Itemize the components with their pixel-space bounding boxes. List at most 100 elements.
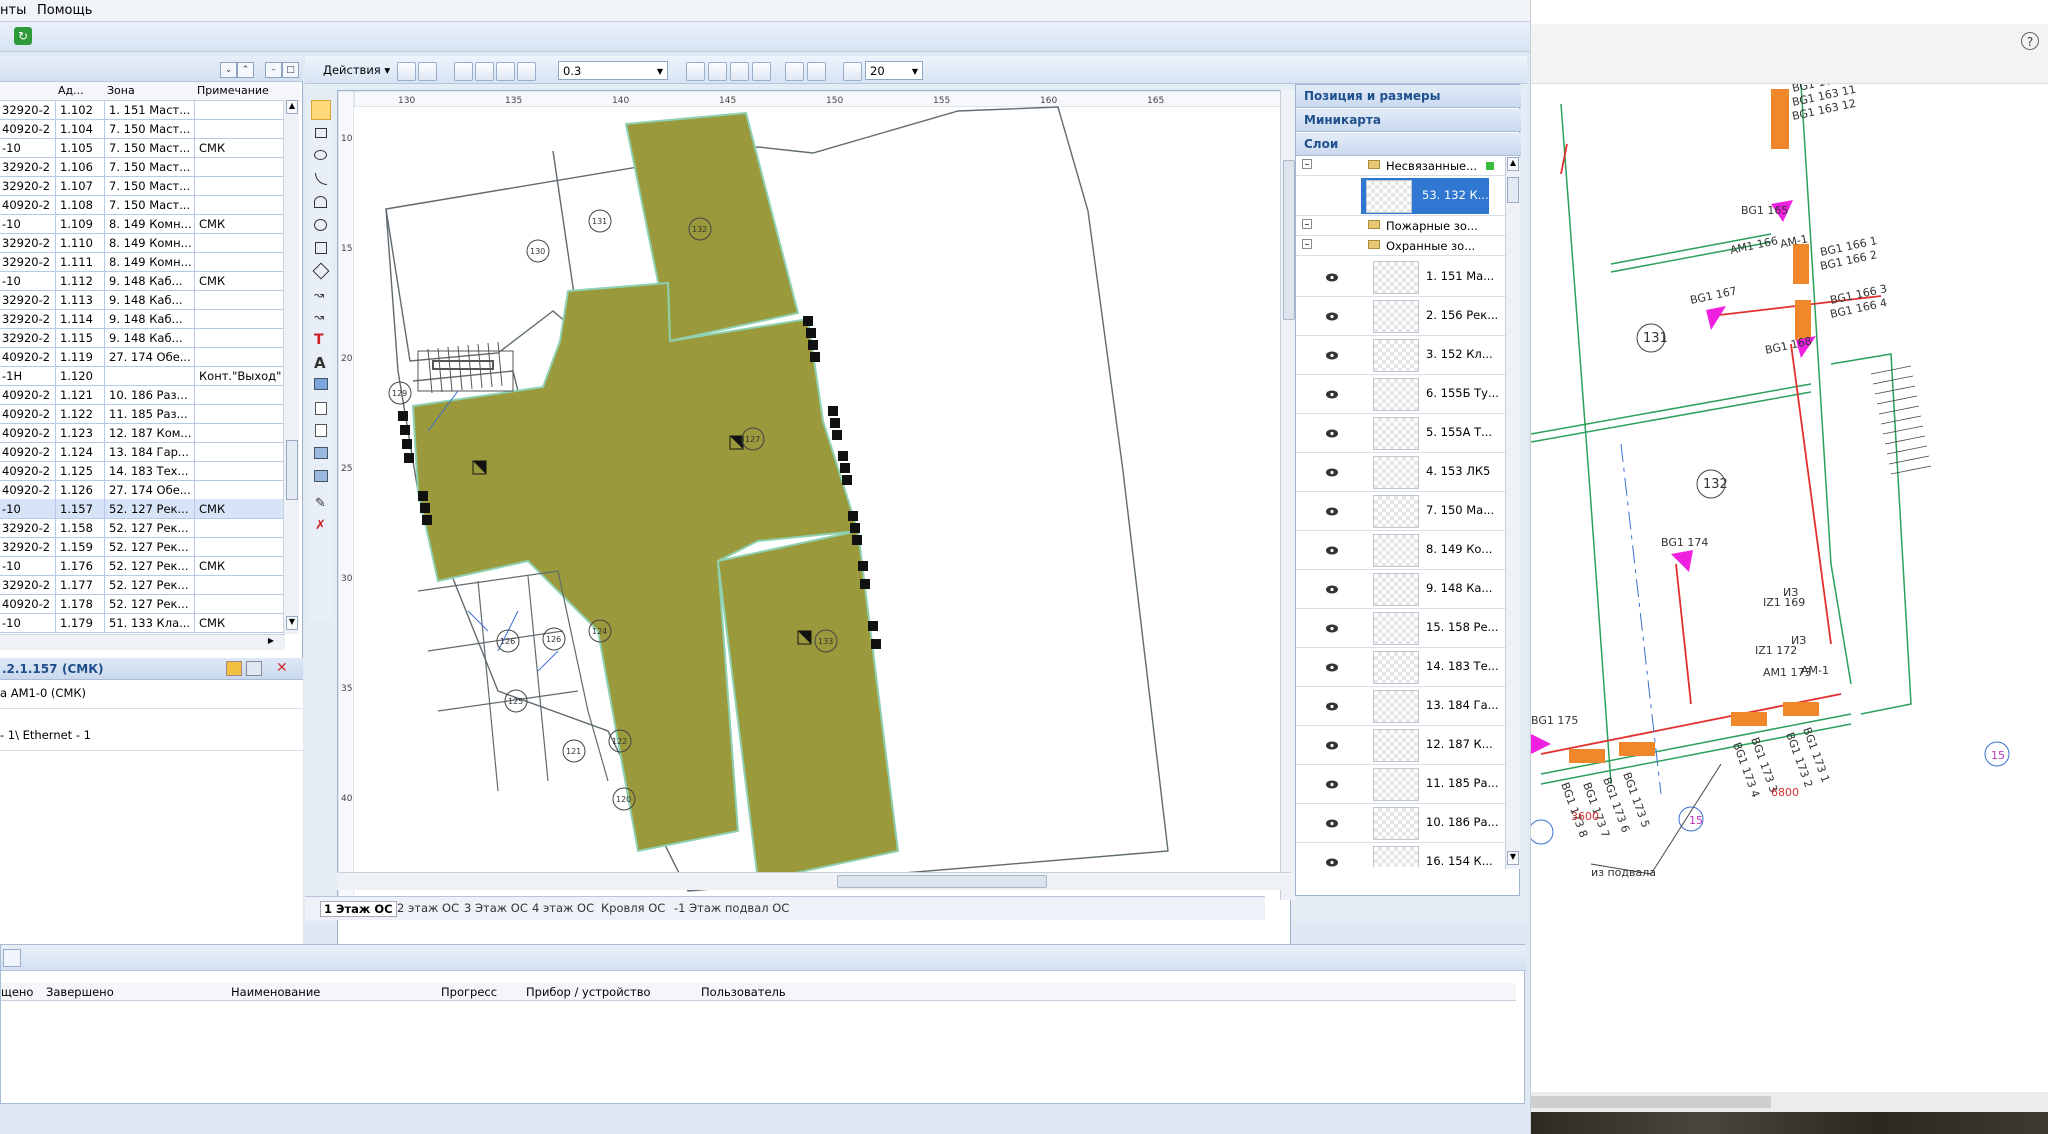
canvas-vscroll[interactable] [1280,90,1296,900]
layer-item[interactable]: 14. 183 Те... [1296,647,1506,687]
eye-icon[interactable] [1326,505,1338,516]
tab-basement[interactable]: -1 Этаж подвал ОС [674,901,789,915]
expand-down-button[interactable]: ⌄ [220,62,237,78]
layer-item[interactable]: 12. 187 К... [1296,725,1506,765]
table-vscroll[interactable]: ▲ ▼ [283,100,299,634]
grid-combo[interactable]: 20 ▼ [865,61,923,80]
col-zone[interactable]: Зона [107,84,135,97]
table-row[interactable]: 32920-2 1.113 9. 148 Каб... [0,290,285,310]
floor-plan-canvas[interactable]: 130 135 140 145 150 155 160 165 10 15 20 25 30 35 40 [337,90,1291,950]
polyline-tool-icon[interactable] [315,242,327,254]
help-icon[interactable]: ? [2021,32,2039,50]
zoom-fit-icon[interactable] [517,62,536,81]
table-row[interactable]: 32920-2 1.177 52. 127 Рек... [0,575,285,595]
bezier-tool-icon[interactable]: ↝ [314,310,328,324]
table-row[interactable]: -10 1.112 9. 148 Каб... СМК [0,271,285,291]
col-address[interactable]: Ад... [58,84,84,97]
table-row[interactable]: 40920-2 1.119 27. 174 Обе... [0,347,285,367]
image-tool-icon[interactable] [314,378,328,390]
col-started[interactable]: щено [1,985,33,999]
pen-tool-icon[interactable]: ✎ [315,496,327,511]
tab-floor-2[interactable]: 2 этаж ОС [397,901,459,915]
layers-vscroll[interactable]: ▲ ▼ [1505,157,1520,869]
layer-item[interactable]: 3. 152 Кл... [1296,335,1506,375]
collapse-up-button[interactable]: ⌃ [237,62,254,78]
zoom-in-icon[interactable] [475,62,494,81]
zoom-out-icon[interactable] [496,62,515,81]
viewer-hscroll[interactable] [1531,1092,2048,1114]
layer-group-unlinked[interactable]: – Несвязанные... [1296,157,1506,176]
layer-item[interactable]: 4. 153 ЛК5 [1296,452,1506,492]
group-icon[interactable] [785,62,804,81]
eye-icon[interactable] [1326,661,1338,672]
eye-icon[interactable] [1326,466,1338,477]
bring-front-icon[interactable] [686,62,705,81]
eye-icon[interactable] [1326,271,1338,282]
menu-item-tools[interactable]: нты [0,3,26,18]
eye-icon[interactable] [1326,583,1338,594]
col-note[interactable]: Примечание [197,84,269,97]
eye-icon[interactable] [1326,700,1338,711]
layer-selected[interactable]: 53. 132 К... [1296,176,1506,216]
layer-color-icon[interactable] [807,62,826,81]
camera2-tool-icon[interactable] [314,470,328,482]
table-row[interactable]: 40920-2 1.104 7. 150 Маст... [0,119,285,139]
eye-icon[interactable] [1326,427,1338,438]
eye-icon[interactable] [1326,349,1338,360]
arc-tool-icon[interactable] [315,173,327,185]
eye-icon[interactable] [1326,310,1338,321]
tab-floor-1[interactable]: 1 Этаж ОС [320,901,397,917]
pointer-tool-icon[interactable] [311,100,331,120]
eraser-tool-icon[interactable]: ✗ [315,518,327,533]
camera-tool-icon[interactable] [314,447,328,459]
layer-group-security[interactable]: – Охранные зо... [1296,237,1506,256]
col-progress[interactable]: Прогресс [441,985,497,999]
text-tool-icon[interactable]: A [314,354,328,372]
eye-icon[interactable] [1326,817,1338,828]
send-back-icon[interactable] [708,62,727,81]
table-row[interactable]: 32920-2 1.111 8. 149 Комн... [0,252,285,272]
canvas-hscroll[interactable] [337,872,1291,890]
col-finished[interactable]: Завершено [46,985,114,999]
table-row[interactable]: 32920-2 1.114 9. 148 Каб... [0,309,285,329]
table-row[interactable]: -10 1.176 52. 127 Рек... СМК [0,556,285,576]
menu-item-help[interactable]: Помощь [37,3,92,18]
position-size-header[interactable]: Позиция и размеры [1296,85,1521,108]
col-device[interactable]: Прибор / устройство [526,985,651,999]
send-backward-icon[interactable] [752,62,771,81]
table-row[interactable]: 40920-2 1.121 10. 186 Раз... [0,385,285,405]
eye-icon[interactable] [1326,544,1338,555]
layer-group-fire[interactable]: – Пожарные зо... [1296,217,1506,236]
table-row[interactable]: 32920-2 1.158 52. 127 Рек... [0,518,285,538]
table-row[interactable]: 32920-2 1.106 7. 150 Маст... [0,157,285,177]
tools-icon[interactable]: ✕ [276,661,294,676]
ellipse-tool-icon[interactable] [314,150,327,160]
table-row[interactable]: 32920-2 1.159 52. 127 Рек... [0,537,285,557]
table-row[interactable]: 40920-2 1.108 7. 150 Маст... [0,195,285,215]
layer-item[interactable]: 5. 155А Т... [1296,413,1506,453]
tab-roof[interactable]: Кровля ОС [601,901,665,915]
redo-icon[interactable] [418,62,437,81]
eye-icon[interactable] [1326,739,1338,750]
layers-header[interactable]: Слои [1296,133,1521,156]
polygon-tool-icon[interactable] [312,262,330,280]
layer-item[interactable]: 9. 148 Ка... [1296,569,1506,609]
task-tool-icon[interactable] [3,949,21,967]
table-hscroll[interactable]: ▶ [0,634,285,650]
layer-item[interactable]: 1. 151 Ма... [1296,257,1506,297]
layer-item[interactable]: 8. 149 Ко... [1296,530,1506,570]
pie-tool-icon[interactable] [314,196,327,208]
table-row[interactable]: -1Н 1.120 Конт."Выход" [0,366,285,386]
table-row[interactable]: 40920-2 1.125 14. 183 Тех... [0,461,285,481]
table-row[interactable]: 32920-2 1.115 9. 148 Каб... [0,328,285,348]
device-tool-icon[interactable] [315,424,327,437]
layer-item[interactable]: 10. 186 Ра... [1296,803,1506,843]
layer-item[interactable]: 15. 158 Ре... [1296,608,1506,648]
tab-floor-3[interactable]: 3 Этаж ОС [464,901,528,915]
table-row[interactable]: -10 1.179 51. 133 Кла... СМК [0,613,285,633]
table-row[interactable]: 40920-2 1.178 52. 127 Рек... [0,594,285,614]
shield-icon[interactable] [246,661,262,676]
table-row[interactable]: -10 1.105 7. 150 Маст... СМК [0,138,285,158]
wall-tool-icon[interactable]: T [314,332,328,348]
eye-icon[interactable] [1326,778,1338,789]
